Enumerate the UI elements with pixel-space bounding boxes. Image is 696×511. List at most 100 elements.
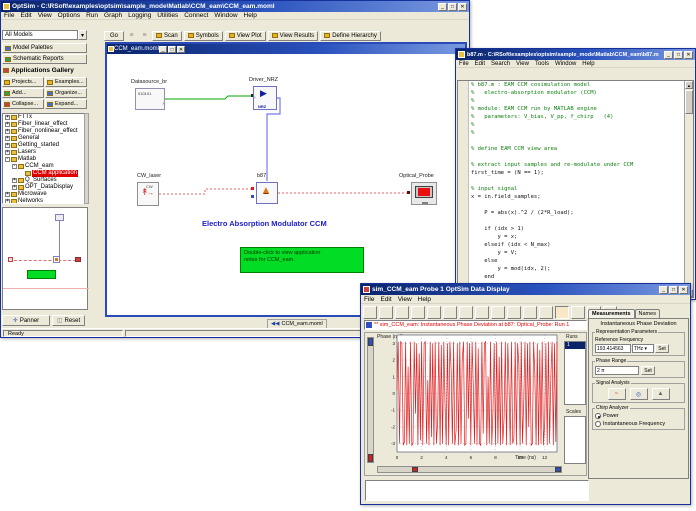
instantaneous-frequency-radio[interactable] [595, 421, 601, 427]
scroll-up-icon[interactable]: ▲ [685, 81, 693, 89]
save-all-icon[interactable] [39, 20, 50, 31]
zoom-area-icon[interactable] [491, 306, 505, 319]
tree-expand-icon[interactable]: + [5, 136, 10, 141]
stop-tool-icon[interactable] [91, 130, 102, 140]
optical-probe-block[interactable] [411, 182, 437, 205]
menu-item[interactable]: Graph [101, 12, 125, 19]
editor-scrollbar[interactable]: ▲ ▼ [684, 81, 693, 297]
menu-item[interactable]: Window [211, 12, 240, 19]
organize-button[interactable]: Organize... [45, 88, 87, 98]
redo-icon[interactable] [475, 306, 489, 319]
tree-item[interactable]: +Fiber_nonlinear_effect [3, 128, 87, 135]
redo-icon[interactable] [546, 69, 556, 79]
dd-menu-item[interactable]: Help [415, 296, 434, 303]
text-tool-icon[interactable] [91, 174, 102, 184]
edit-icon[interactable] [207, 20, 218, 31]
expand-button[interactable]: Expand... [45, 99, 87, 109]
dd-menu-item[interactable]: Edit [377, 296, 394, 303]
print-icon[interactable] [491, 69, 501, 79]
table-tool-icon[interactable] [91, 152, 102, 162]
tree-expand-icon[interactable]: + [12, 185, 17, 190]
matlab-block[interactable]: ▲ [256, 182, 278, 204]
save-icon[interactable] [395, 306, 409, 319]
editor-close-button[interactable]: ✕ [684, 51, 693, 59]
tree-item[interactable]: +Lasers [3, 149, 87, 156]
dd-menu-item[interactable]: View [395, 296, 415, 303]
run-icon[interactable] [557, 69, 567, 79]
reset-button[interactable]: ◫Reset [52, 315, 85, 326]
schematic-close-button[interactable]: ✕ [177, 46, 185, 53]
lasso-icon[interactable] [507, 306, 521, 319]
tree-scrollbar[interactable] [84, 113, 89, 204]
open-icon[interactable] [15, 20, 26, 31]
target-icon[interactable] [91, 119, 102, 129]
add-button[interactable]: Add... [2, 88, 44, 98]
reference-frequency-input[interactable]: 193.414563 [595, 344, 631, 353]
panner-preview[interactable] [2, 207, 88, 310]
go-back-icon[interactable] [363, 306, 377, 319]
cut-icon[interactable] [63, 20, 74, 31]
examples-button[interactable]: Examples... [45, 77, 87, 87]
phase-range-input[interactable]: 2 π [595, 366, 639, 375]
tree-item[interactable]: CCM application [3, 170, 87, 177]
schematic-canvas[interactable]: Datasource_br 010101 › Driver_NRZ ▶ NRZ … [107, 54, 465, 315]
tree-item[interactable]: -Matlab [3, 156, 87, 163]
layout-icon[interactable] [195, 20, 206, 31]
dd-titlebar[interactable]: sim_CCM_eam Probe 1 OptSim Data Display … [361, 284, 690, 295]
menu-item[interactable]: File [1, 12, 17, 19]
menu-item[interactable]: Utilities [154, 12, 181, 19]
undo-icon[interactable] [535, 69, 545, 79]
print-icon[interactable] [411, 306, 425, 319]
symbols-button[interactable]: Symbols [184, 31, 223, 41]
panner-button[interactable]: ✛Panner [2, 315, 50, 326]
phase-plot[interactable]: 024681012-3-2-10123 [387, 333, 563, 465]
minimize-button[interactable]: _ [438, 3, 447, 11]
image-tool-icon[interactable] [91, 185, 102, 195]
view-plot-button[interactable]: View Plot [225, 31, 266, 41]
measure-4-icon[interactable] [571, 306, 585, 319]
help-icon[interactable] [243, 20, 254, 31]
param-icon[interactable] [91, 97, 102, 107]
save-icon[interactable] [27, 20, 38, 31]
menu-item[interactable]: View [35, 12, 55, 19]
tree-expand-icon[interactable]: + [5, 199, 10, 204]
scan-button[interactable]: Scan [152, 31, 182, 41]
wire-icon[interactable] [91, 53, 102, 63]
editor-menu-item[interactable]: Window [552, 61, 579, 67]
eye-diagram-button[interactable]: ◎ [630, 388, 648, 400]
go-button[interactable]: Go [104, 31, 124, 41]
v-slider-bottom-knob[interactable] [368, 454, 373, 462]
set-frequency-button[interactable]: Set [655, 344, 669, 353]
undo-icon[interactable] [459, 306, 473, 319]
scales-listbox[interactable] [564, 416, 586, 464]
editor-code[interactable]: 1% b87.m : EAM CCM cosimulation model2% … [469, 81, 684, 297]
h-slider-left-knob[interactable] [412, 467, 418, 472]
editor-body[interactable]: 1% b87.m : EAM CCM cosimulation model2% … [457, 80, 694, 298]
editor-menu-item[interactable]: View [513, 61, 532, 67]
measure-1-icon[interactable] [523, 306, 537, 319]
cw-laser-block[interactable]: CW ↟ → [137, 182, 159, 206]
tree-expand-icon[interactable]: - [12, 164, 17, 169]
menu-item[interactable]: Run [83, 12, 101, 19]
define-hierarchy-button[interactable]: Define Hierarchy [320, 31, 381, 41]
grid-icon[interactable] [183, 20, 194, 31]
tree-item[interactable]: +General [3, 135, 87, 142]
tree-item[interactable]: +Q_Surfaces [3, 177, 87, 184]
set-phase-range-button[interactable]: Set [641, 366, 655, 375]
stop-icon[interactable] [231, 20, 242, 31]
horizontal-zoom-slider[interactable] [377, 466, 562, 473]
dd-minimize-button[interactable]: _ [659, 286, 668, 294]
annotation-box[interactable] [365, 480, 589, 501]
vertical-zoom-slider[interactable] [367, 337, 374, 463]
paste-icon[interactable] [443, 306, 457, 319]
pause-run-icon[interactable]: ≡ [139, 30, 150, 41]
menu-item[interactable]: Help [241, 12, 260, 19]
application-note-box[interactable]: Double-click to view applicationnotes fo… [240, 247, 364, 273]
main-titlebar[interactable]: OptSim - C:\RSoft\examples\optsim\sample… [1, 1, 469, 12]
copy-icon[interactable] [427, 306, 441, 319]
tab-names[interactable]: Names [635, 309, 660, 318]
collapse-button[interactable]: Collapse... [2, 99, 44, 109]
tree-expand-icon[interactable]: - [5, 157, 10, 162]
model-palettes-button[interactable]: Model Palettes [2, 43, 87, 53]
tab-measurements[interactable]: Measurements [588, 309, 635, 318]
